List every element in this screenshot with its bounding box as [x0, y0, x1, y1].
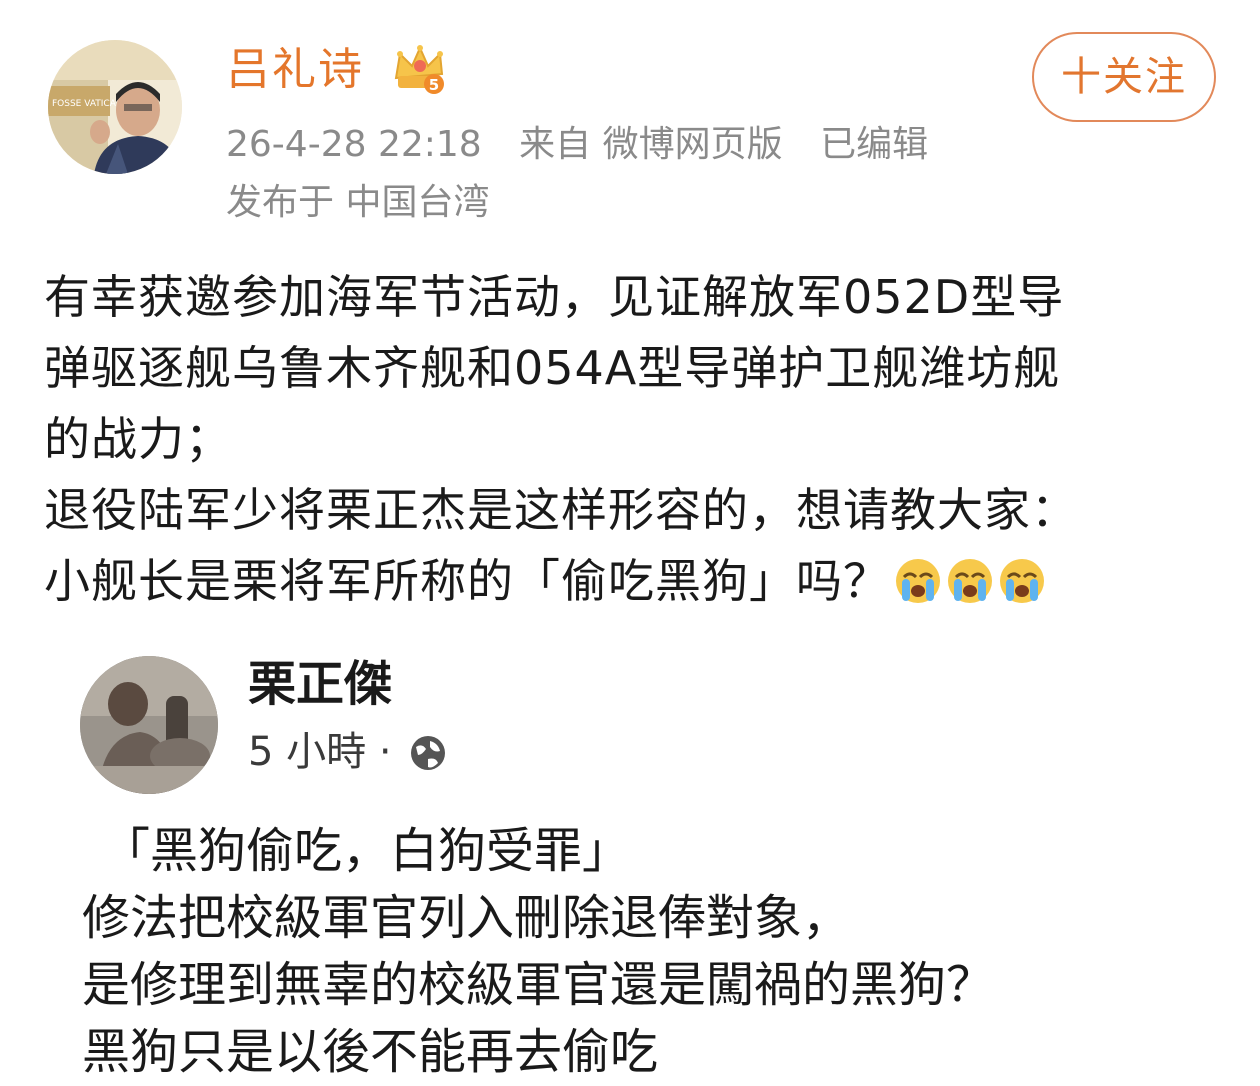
post-line: 小舰长是栗将军所称的「偷吃黑狗」吗？	[44, 554, 890, 608]
post-text: 有幸获邀参加海军节活动，见证解放军052D型导 弹驱逐舰乌鲁木齐舰和054A型导…	[44, 262, 1224, 617]
post-line: 的战力；	[44, 412, 232, 466]
embedded-time: 5 小時 ·	[248, 729, 392, 775]
post-location: 发布于 中国台湾	[226, 182, 490, 223]
follow-button[interactable]: 十关注	[1032, 32, 1216, 122]
post-line: 弹驱逐舰乌鲁木齐舰和054A型导弹护卫舰潍坊舰	[44, 341, 1061, 395]
avatar-sign-text: FOSSE VATICANI	[52, 99, 125, 109]
post-line: 退役陆军少将栗正杰是这样形容的，想请教大家：	[44, 483, 1078, 537]
embedded-meta: 5 小時 ·	[248, 724, 448, 780]
embedded-photo	[80, 656, 218, 794]
author-photo: FOSSE VATICANI	[48, 40, 182, 174]
crown-badge-icon[interactable]: 5	[392, 44, 448, 96]
post-datetime: 26-4-28 22:18	[226, 124, 482, 165]
embedded-line: 「黑狗偷吃，白狗受罪」	[102, 823, 631, 879]
embedded-line: 黑狗只是以後不能再去偷吃	[82, 1024, 659, 1080]
embedded-author-name: 栗正傑	[248, 656, 393, 712]
globe-icon	[411, 736, 446, 770]
post-line-last: 小舰长是栗将军所称的「偷吃黑狗」吗？	[44, 546, 1224, 617]
embedded-author-avatar	[80, 656, 218, 794]
author-avatar[interactable]: FOSSE VATICANI	[48, 40, 182, 174]
embedded-line: 修法把校級軍官列入刪除退俸對象，	[82, 890, 851, 946]
post-line: 有幸获邀参加海军节活动，见证解放军052D型导	[44, 270, 1065, 324]
crying-face-icon	[1000, 559, 1044, 603]
embedded-text: 「黑狗偷吃，白狗受罪」 修法把校級軍官列入刪除退俸對象， 是修理到無辜的校級軍官…	[82, 818, 1202, 1086]
crying-face-icon	[948, 559, 992, 603]
post-meta: 26-4-28 22:18 来自 微博网页版 已编辑	[226, 120, 954, 170]
badge-level: 5	[429, 76, 439, 94]
post-edited[interactable]: 已编辑	[820, 124, 928, 165]
post-source[interactable]: 来自 微博网页版	[519, 124, 782, 165]
embedded-line: 是修理到無辜的校級軍官還是闖禍的黑狗？	[82, 957, 995, 1013]
crying-face-icon	[896, 559, 940, 603]
author-name[interactable]: 吕礼诗	[226, 40, 364, 100]
